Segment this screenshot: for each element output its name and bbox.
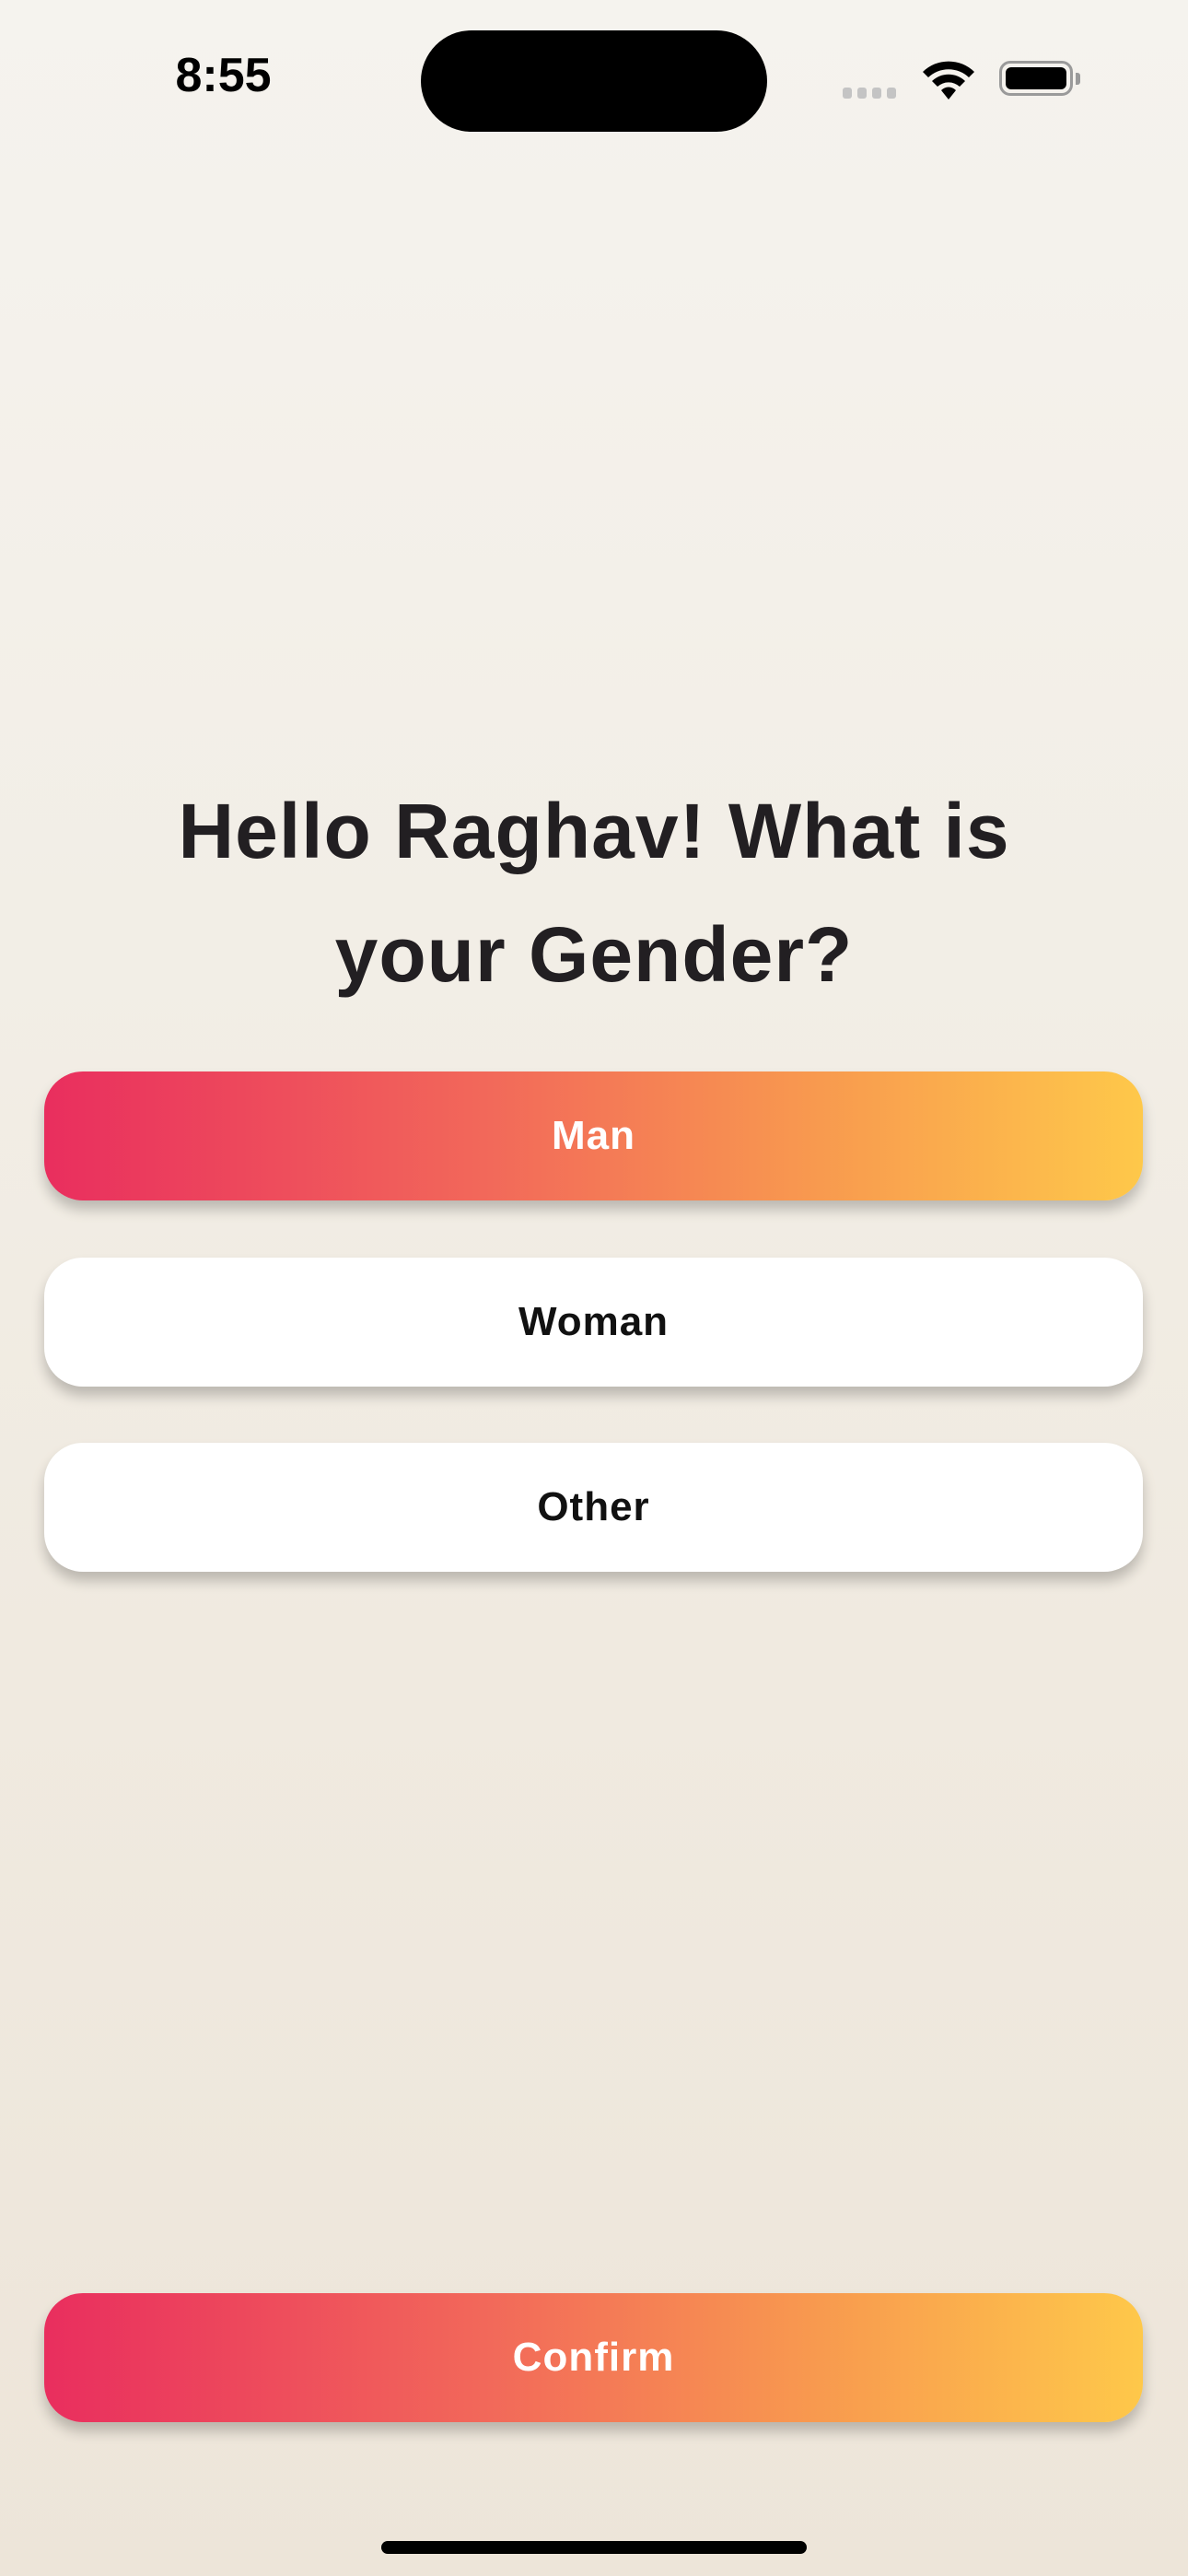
page-title: Hello Raghav! What is your Gender?	[178, 788, 1010, 998]
confirm-button[interactable]: Confirm	[44, 2293, 1143, 2422]
option-man-button[interactable]: Man	[44, 1071, 1143, 1200]
home-indicator[interactable]	[381, 2541, 807, 2554]
battery-cap	[1076, 73, 1080, 85]
dynamic-island	[421, 30, 767, 132]
battery-icon	[999, 61, 1073, 96]
wifi-icon	[921, 57, 976, 106]
option-other-button[interactable]: Other	[44, 1443, 1143, 1572]
signal-icon	[843, 88, 896, 99]
status-time: 8:55	[175, 49, 272, 102]
option-woman-button[interactable]: Woman	[44, 1258, 1143, 1387]
